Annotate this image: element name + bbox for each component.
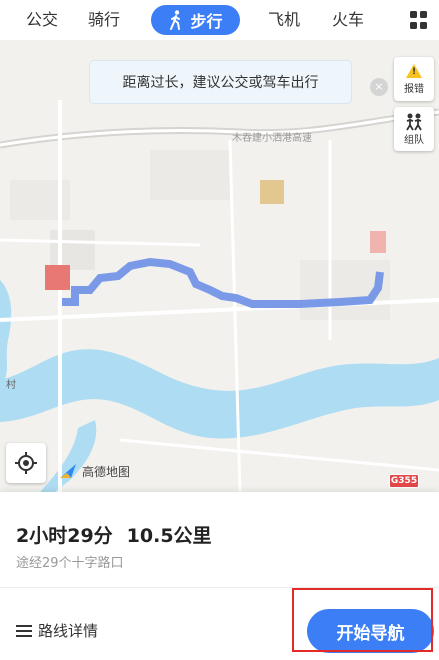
highway-badge: G355	[389, 474, 419, 488]
route-map[interactable]: 村 木吞建小洒港高速	[0, 40, 439, 492]
travel-mode-tabbar: 公交 骑行 步行 飞机 火车	[0, 0, 439, 40]
route-details-button[interactable]: 路线详情	[16, 620, 98, 641]
team-up-label: 组队	[404, 134, 424, 146]
report-error-label: 报错	[404, 83, 424, 95]
route-distance: 10.5公里	[126, 525, 212, 547]
tab-walk-label: 步行	[190, 12, 223, 31]
warning-triangle-icon: !	[406, 63, 422, 78]
locate-me-button[interactable]	[6, 443, 46, 483]
expressway-label: 木吞建小洒港高速	[232, 131, 312, 144]
start-marker[interactable]	[45, 265, 70, 290]
distance-warning-tip: 距离过长，建议公交或驾车出行	[89, 60, 352, 104]
tab-bus[interactable]: 公交	[26, 8, 58, 32]
list-icon	[16, 624, 32, 637]
more-modes-grid-icon[interactable]	[410, 11, 428, 29]
village-label: 村	[6, 378, 16, 391]
route-summary-panel: 2小时29分 10.5公里 途经29个十字路口 路线详情 开始导航	[0, 492, 439, 660]
route-summary: 2小时29分 10.5公里	[16, 521, 212, 548]
tip-close-icon[interactable]: ×	[370, 78, 388, 96]
tab-plane[interactable]: 飞机	[268, 8, 300, 32]
tab-train[interactable]: 火车	[332, 8, 364, 32]
highlight-box	[292, 588, 433, 652]
amap-logo: 高德地图	[58, 462, 130, 480]
amap-logo-text: 高德地图	[82, 464, 131, 479]
amap-logo-icon	[60, 464, 76, 478]
landmark-poi	[260, 180, 284, 204]
end-marker[interactable]	[370, 231, 386, 253]
walking-person-icon	[170, 10, 181, 30]
route-via-info: 途经29个十字路口	[16, 556, 124, 571]
team-people-icon	[406, 113, 422, 130]
tab-bike[interactable]: 骑行	[88, 8, 120, 32]
team-up-button[interactable]: 组队	[394, 107, 434, 151]
map-canvas: 村 木吞建小洒港高速	[0, 40, 439, 492]
tab-walk[interactable]: 步行	[151, 5, 240, 35]
crosshair-locate-icon	[15, 452, 37, 474]
route-duration: 2小时29分	[16, 525, 113, 547]
report-error-button[interactable]: ! 报错	[394, 57, 434, 101]
route-details-label: 路线详情	[38, 622, 99, 640]
